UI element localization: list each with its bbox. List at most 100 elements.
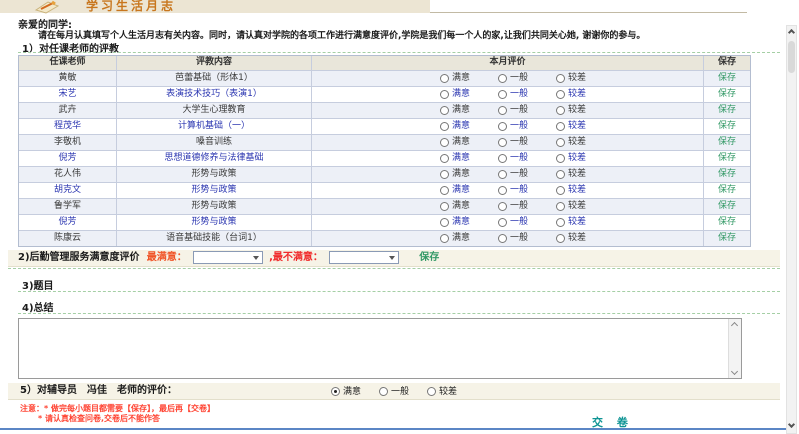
save-link[interactable]: 保存 bbox=[703, 183, 750, 198]
radio-icon[interactable] bbox=[440, 106, 449, 115]
scroll-down-icon[interactable] bbox=[731, 368, 738, 375]
radio-option-satisfied[interactable]: 满意 bbox=[440, 103, 470, 118]
radio-option-poor[interactable]: 较差 bbox=[556, 103, 586, 118]
radio-option-satisfied[interactable]: 满意 bbox=[440, 199, 470, 214]
save-link[interactable]: 保存 bbox=[703, 167, 750, 182]
radio-icon[interactable] bbox=[427, 387, 436, 396]
radio-icon[interactable] bbox=[498, 170, 507, 179]
save-link[interactable]: 保存 bbox=[703, 135, 750, 150]
radio-icon[interactable] bbox=[498, 106, 507, 115]
radio-icon[interactable] bbox=[498, 122, 507, 131]
radio-icon[interactable] bbox=[440, 170, 449, 179]
radio-option-poor[interactable]: 较差 bbox=[556, 87, 586, 102]
radio-option-satisfied[interactable]: 满意 bbox=[440, 135, 470, 150]
radio-icon[interactable] bbox=[498, 234, 507, 243]
course-name: 语音基础技能（台词1） bbox=[116, 231, 311, 246]
radio-icon[interactable] bbox=[440, 186, 449, 195]
radio-icon[interactable] bbox=[440, 202, 449, 211]
most-satisfied-label: 最满意： bbox=[147, 252, 187, 263]
radio-icon[interactable] bbox=[440, 90, 449, 99]
radio-option-normal[interactable]: 一般 bbox=[498, 87, 528, 102]
radio-icon[interactable] bbox=[498, 218, 507, 227]
table-row: 陈康云 语音基础技能（台词1） 满意 一般 较差 保存 bbox=[19, 230, 750, 246]
radio-option-normal[interactable]: 一般 bbox=[498, 199, 528, 214]
radio-option-satisfied[interactable]: 满意 bbox=[440, 151, 470, 166]
radio-option-poor[interactable]: 较差 bbox=[556, 199, 586, 214]
most-satisfied-select[interactable] bbox=[193, 251, 263, 264]
radio-icon[interactable] bbox=[556, 202, 565, 211]
radio-icon[interactable] bbox=[498, 202, 507, 211]
radio-option-satisfied[interactable]: 满意 bbox=[440, 231, 470, 246]
radio-icon[interactable] bbox=[440, 234, 449, 243]
radio-option-satisfied[interactable]: 满意 bbox=[440, 87, 470, 102]
save-link[interactable]: 保存 bbox=[703, 199, 750, 214]
radio-icon[interactable] bbox=[556, 186, 565, 195]
course-name: 形势与政策 bbox=[116, 199, 311, 214]
least-satisfied-select[interactable] bbox=[329, 251, 399, 264]
save-link[interactable]: 保存 bbox=[703, 119, 750, 134]
course-name: 形势与政策 bbox=[116, 215, 311, 230]
radio-icon[interactable] bbox=[379, 387, 388, 396]
radio-option-normal[interactable]: 一般 bbox=[379, 384, 409, 400]
radio-option-satisfied[interactable]: 满意 bbox=[440, 183, 470, 198]
page-scrollbar[interactable] bbox=[786, 25, 797, 434]
radio-icon[interactable] bbox=[440, 74, 449, 83]
radio-selected-icon[interactable] bbox=[331, 387, 340, 396]
radio-option-satisfied[interactable]: 满意 bbox=[440, 119, 470, 134]
radio-option-satisfied[interactable]: 满意 bbox=[440, 71, 470, 86]
radio-option-normal[interactable]: 一般 bbox=[498, 231, 528, 246]
rating-cell: 满意 一般 较差 bbox=[311, 231, 703, 246]
save-link[interactable]: 保存 bbox=[703, 231, 750, 246]
radio-option-poor[interactable]: 较差 bbox=[556, 119, 586, 134]
save-link[interactable]: 保存 bbox=[703, 71, 750, 86]
radio-option-normal[interactable]: 一般 bbox=[498, 71, 528, 86]
radio-option-poor[interactable]: 较差 bbox=[556, 135, 586, 150]
radio-icon[interactable] bbox=[498, 154, 507, 163]
radio-icon[interactable] bbox=[556, 106, 565, 115]
scrollbar-down-button[interactable] bbox=[787, 420, 796, 433]
scrollbar-up-button[interactable] bbox=[787, 26, 796, 39]
radio-icon[interactable] bbox=[556, 74, 565, 83]
radio-icon[interactable] bbox=[440, 122, 449, 131]
radio-icon[interactable] bbox=[556, 138, 565, 147]
radio-option-satisfied[interactable]: 满意 bbox=[440, 167, 470, 182]
radio-option-poor[interactable]: 较差 bbox=[556, 215, 586, 230]
save-link[interactable]: 保存 bbox=[703, 87, 750, 102]
section2-save-link[interactable]: 保存 bbox=[419, 252, 439, 263]
radio-icon[interactable] bbox=[556, 234, 565, 243]
radio-icon[interactable] bbox=[440, 138, 449, 147]
radio-option-poor[interactable]: 较差 bbox=[556, 231, 586, 246]
radio-option-normal[interactable]: 一般 bbox=[498, 167, 528, 182]
radio-option-poor[interactable]: 较差 bbox=[427, 384, 457, 400]
scroll-up-icon[interactable] bbox=[731, 322, 738, 329]
radio-option-normal[interactable]: 一般 bbox=[498, 119, 528, 134]
radio-option-normal[interactable]: 一般 bbox=[498, 135, 528, 150]
radio-icon[interactable] bbox=[498, 74, 507, 83]
radio-option-poor[interactable]: 较差 bbox=[556, 71, 586, 86]
radio-icon[interactable] bbox=[498, 138, 507, 147]
radio-option-satisfied[interactable]: 满意 bbox=[440, 215, 470, 230]
radio-option-normal[interactable]: 一般 bbox=[498, 215, 528, 230]
radio-icon[interactable] bbox=[498, 90, 507, 99]
radio-option-normal[interactable]: 一般 bbox=[498, 103, 528, 118]
save-link[interactable]: 保存 bbox=[703, 215, 750, 230]
summary-textarea[interactable] bbox=[18, 318, 742, 379]
radio-icon[interactable] bbox=[498, 186, 507, 195]
radio-option-poor[interactable]: 较差 bbox=[556, 151, 586, 166]
radio-option-satisfied[interactable]: 满意 bbox=[331, 384, 361, 400]
radio-option-normal[interactable]: 一般 bbox=[498, 151, 528, 166]
radio-icon[interactable] bbox=[556, 122, 565, 131]
radio-icon[interactable] bbox=[556, 218, 565, 227]
textarea-scrollbar[interactable] bbox=[728, 319, 741, 378]
radio-icon[interactable] bbox=[556, 170, 565, 179]
save-link[interactable]: 保存 bbox=[703, 103, 750, 118]
radio-icon[interactable] bbox=[440, 218, 449, 227]
radio-option-poor[interactable]: 较差 bbox=[556, 183, 586, 198]
radio-option-poor[interactable]: 较差 bbox=[556, 167, 586, 182]
radio-option-normal[interactable]: 一般 bbox=[498, 183, 528, 198]
radio-icon[interactable] bbox=[556, 154, 565, 163]
radio-icon[interactable] bbox=[556, 90, 565, 99]
radio-icon[interactable] bbox=[440, 154, 449, 163]
save-link[interactable]: 保存 bbox=[703, 151, 750, 166]
scrollbar-thumb[interactable] bbox=[788, 41, 795, 73]
